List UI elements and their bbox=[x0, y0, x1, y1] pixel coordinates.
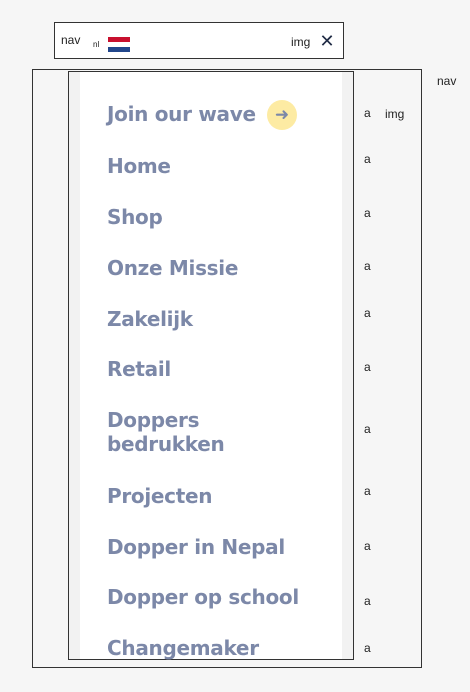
a-tag: a bbox=[364, 152, 371, 166]
menu-item-projecten[interactable]: Projecten bbox=[107, 484, 213, 508]
nav-tag: nav bbox=[61, 33, 81, 47]
menu-item-line: bedrukken bbox=[107, 432, 225, 456]
menu-item-dopper-in-nepal[interactable]: Dopper in Nepal bbox=[107, 535, 285, 559]
a-tag: a bbox=[364, 106, 371, 120]
img-tag: img bbox=[291, 35, 311, 49]
img-tag: img bbox=[385, 107, 405, 121]
a-tag: a bbox=[364, 360, 371, 374]
menu-item-dopper-op-school[interactable]: Dopper op school bbox=[107, 585, 299, 609]
a-tag: a bbox=[364, 306, 371, 320]
menu-item-shop[interactable]: Shop bbox=[107, 205, 163, 229]
a-tag: a bbox=[364, 259, 371, 273]
menu-item-zakelijk[interactable]: Zakelijk bbox=[107, 307, 193, 331]
a-tag: a bbox=[364, 422, 371, 436]
outer-nav-tag: nav bbox=[437, 74, 457, 88]
menu-item-onze-missie[interactable]: Onze Missie bbox=[107, 256, 238, 280]
language-bar: nav nl img ✕ bbox=[54, 22, 344, 59]
panel-strip-right bbox=[342, 72, 353, 659]
a-tag: a bbox=[364, 484, 371, 498]
join-our-wave-link[interactable]: Join our wave bbox=[107, 102, 256, 126]
menu-item-changemaker[interactable]: Changemaker bbox=[107, 636, 259, 660]
menu-item-doppers-bedrukken[interactable]: Doppers bedrukken bbox=[107, 408, 225, 456]
menu-item-line: Doppers bbox=[107, 408, 200, 432]
a-tag: a bbox=[364, 539, 371, 553]
arrow-right-icon[interactable]: ➜ bbox=[267, 100, 297, 130]
panel-strip-left bbox=[69, 72, 80, 659]
menu-item-home[interactable]: Home bbox=[107, 154, 171, 178]
language-code[interactable]: nl bbox=[93, 40, 99, 49]
menu-item-retail[interactable]: Retail bbox=[107, 357, 171, 381]
a-tag: a bbox=[364, 641, 371, 655]
a-tag: a bbox=[364, 594, 371, 608]
a-tag: a bbox=[364, 206, 371, 220]
netherlands-flag-icon[interactable] bbox=[108, 37, 130, 52]
close-icon[interactable]: ✕ bbox=[318, 30, 336, 52]
